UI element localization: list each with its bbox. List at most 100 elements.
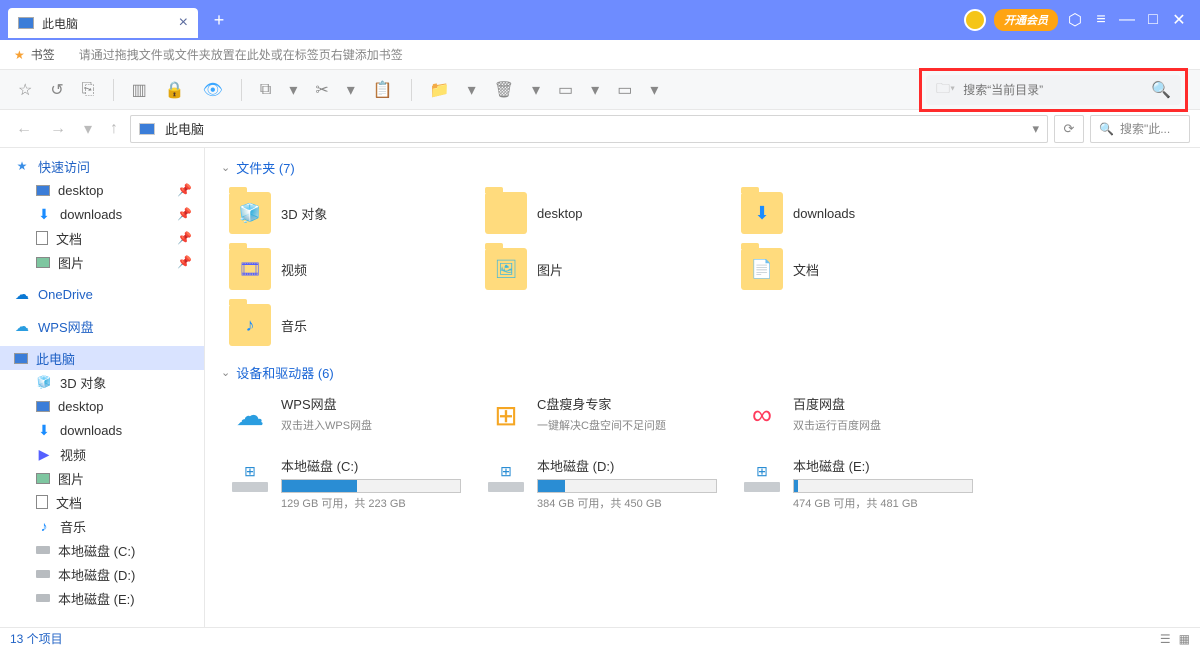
- sidebar-item-drive-c[interactable]: 本地磁盘 (C:): [0, 538, 204, 562]
- minimize-button[interactable]: —: [1118, 11, 1136, 29]
- drive-name: 本地磁盘 (C:): [281, 456, 469, 475]
- drive-item[interactable]: ⊞本地磁盘 (C:)129 GB 可用，共 223 GB: [221, 452, 477, 515]
- back-button[interactable]: ←: [10, 120, 38, 138]
- music-icon: ♪: [36, 518, 52, 534]
- sidebar-item-pictures[interactable]: 图片 📌: [0, 250, 204, 274]
- avatar[interactable]: [964, 9, 986, 31]
- app-sub: 双击运行百度网盘: [793, 417, 981, 433]
- sidebar-item-videos[interactable]: ▶视频: [0, 442, 204, 466]
- folder-item[interactable]: desktop: [477, 185, 733, 241]
- history-icon[interactable]: ↺: [50, 80, 63, 100]
- rename-icon[interactable]: ▭: [558, 80, 573, 100]
- pin-icon: 📌: [177, 183, 192, 197]
- layout-icon[interactable]: ▥: [132, 80, 147, 100]
- drive-name: 本地磁盘 (D:): [537, 456, 725, 475]
- sidebar-wps[interactable]: ☁ WPS网盘: [0, 314, 204, 338]
- address-field[interactable]: 此电脑 ▾: [130, 115, 1048, 143]
- menu-icon[interactable]: ≡: [1092, 11, 1110, 29]
- app-item[interactable]: ☁WPS网盘双击进入WPS网盘: [221, 390, 477, 440]
- chevron-down-icon[interactable]: ▾: [650, 80, 658, 100]
- drive-icon: ⊞: [485, 456, 527, 498]
- folder-item[interactable]: 📄 文档: [733, 241, 989, 297]
- folder-item[interactable]: 🧊3D 对象: [221, 185, 477, 241]
- folder-name: desktop: [537, 206, 583, 221]
- paste-icon[interactable]: 📋: [373, 80, 393, 100]
- close-window-button[interactable]: ✕: [1170, 10, 1188, 30]
- sidebar-item-3d[interactable]: 🧊3D 对象: [0, 370, 204, 394]
- sidebar-onedrive[interactable]: ☁ OneDrive: [0, 282, 204, 306]
- sidebar-quick-access[interactable]: ★ 快速访问: [0, 154, 204, 178]
- wps-icon: ☁: [14, 318, 30, 334]
- folder-name: 文档: [793, 260, 819, 279]
- chevron-down-icon[interactable]: ▾: [1032, 121, 1039, 137]
- drive-icon: [36, 546, 50, 554]
- sidebar-item-documents[interactable]: 文档: [0, 490, 204, 514]
- refresh-button[interactable]: ⟳: [1054, 115, 1084, 143]
- search-input[interactable]: [963, 83, 1151, 97]
- file-manager-icon[interactable]: ⎘: [82, 81, 95, 99]
- folders-header[interactable]: ⌄ 文件夹 (7): [221, 158, 1184, 177]
- sidebar-this-pc[interactable]: 此电脑: [0, 346, 204, 370]
- sidebar: ★ 快速访问 desktop 📌 ⬇ downloads 📌 文档 📌 图片 📌…: [0, 148, 205, 627]
- image-icon: [36, 473, 50, 484]
- app-item[interactable]: ⊞C盘瘦身专家一键解决C盘空间不足问题: [477, 390, 733, 440]
- eye-icon[interactable]: 👁: [203, 80, 223, 100]
- drive-item[interactable]: ⊞本地磁盘 (D:)384 GB 可用，共 450 GB: [477, 452, 733, 515]
- sidebar-item-desktop[interactable]: desktop 📌: [0, 178, 204, 202]
- new-tab-button[interactable]: +: [206, 7, 232, 33]
- sidebar-item-music[interactable]: ♪音乐: [0, 514, 204, 538]
- folder-icon: 📄: [741, 248, 783, 290]
- drive-item[interactable]: ⊞本地磁盘 (E:)474 GB 可用，共 481 GB: [733, 452, 989, 515]
- folder-icon: 🖼: [485, 248, 527, 290]
- lock-icon[interactable]: 🔒: [165, 80, 185, 100]
- pin-icon: 📌: [177, 255, 192, 269]
- delete-icon[interactable]: 🗑: [494, 80, 514, 100]
- new-folder-icon[interactable]: 📁: [430, 80, 450, 100]
- sidebar-item-downloads[interactable]: ⬇downloads: [0, 418, 204, 442]
- folder-item[interactable]: ⬇downloads: [733, 185, 989, 241]
- sidebar-item-drive-e[interactable]: 本地磁盘 (E:): [0, 586, 204, 610]
- separator: [411, 79, 412, 101]
- search-icon[interactable]: 🔍: [1151, 80, 1171, 100]
- drive-free-text: 474 GB 可用，共 481 GB: [793, 495, 981, 511]
- folder-item[interactable]: ♪音乐: [221, 297, 477, 353]
- sidebar-item-pictures[interactable]: 图片: [0, 466, 204, 490]
- details-view-button[interactable]: ☰: [1160, 632, 1171, 646]
- close-tab-icon[interactable]: ×: [179, 14, 188, 32]
- grid-view-button[interactable]: ▦: [1179, 632, 1190, 646]
- sidebar-item-drive-d[interactable]: 本地磁盘 (D:): [0, 562, 204, 586]
- copy-icon[interactable]: ⧉: [260, 81, 271, 99]
- folder-item[interactable]: 🎞视频: [221, 241, 477, 297]
- monitor-icon: [36, 185, 50, 196]
- chevron-down-icon[interactable]: ▾: [532, 80, 540, 100]
- chevron-down-icon[interactable]: ▾: [347, 80, 355, 100]
- cut-icon[interactable]: ✂: [315, 80, 328, 100]
- path-search[interactable]: 🔍 搜索"此...: [1090, 115, 1190, 143]
- maximize-button[interactable]: □: [1144, 11, 1162, 29]
- document-icon: [36, 495, 48, 509]
- devices-header[interactable]: ⌄ 设备和驱动器 (6): [221, 363, 1184, 382]
- sidebar-item-downloads[interactable]: ⬇ downloads 📌: [0, 202, 204, 226]
- chevron-down-icon: ⌄: [221, 366, 230, 379]
- properties-icon[interactable]: ▭: [617, 80, 632, 100]
- vip-button[interactable]: 开通会员: [994, 9, 1058, 31]
- shirt-icon[interactable]: ⬡: [1066, 10, 1084, 30]
- sidebar-item-desktop[interactable]: desktop: [0, 394, 204, 418]
- tab-this-pc[interactable]: 此电脑 ×: [8, 8, 198, 38]
- folder-drop-icon[interactable]: 🗀▾: [936, 78, 955, 102]
- sidebar-item-documents[interactable]: 文档 📌: [0, 226, 204, 250]
- toolbar-search[interactable]: 🗀▾ 🔍: [926, 75, 1181, 105]
- bookmark-bar: ★ 书签 请通过拖拽文件或文件夹放置在此处或在标签页右键添加书签: [0, 40, 1200, 70]
- folder-item[interactable]: 🖼图片: [477, 241, 733, 297]
- up-button[interactable]: ↑: [104, 120, 124, 138]
- star-icon: ★: [14, 48, 25, 62]
- drive-usage-bar: [537, 479, 717, 493]
- star-outline-icon[interactable]: ☆: [18, 80, 32, 100]
- app-item[interactable]: ∞百度网盘双击运行百度网盘: [733, 390, 989, 440]
- chevron-down-icon[interactable]: ▾: [468, 80, 476, 100]
- forward-button[interactable]: →: [44, 120, 72, 138]
- app-icon: ☁: [229, 394, 271, 436]
- chevron-down-icon[interactable]: ▾: [591, 80, 599, 100]
- chevron-down-icon[interactable]: ▾: [78, 119, 98, 139]
- chevron-down-icon[interactable]: ▾: [289, 80, 297, 100]
